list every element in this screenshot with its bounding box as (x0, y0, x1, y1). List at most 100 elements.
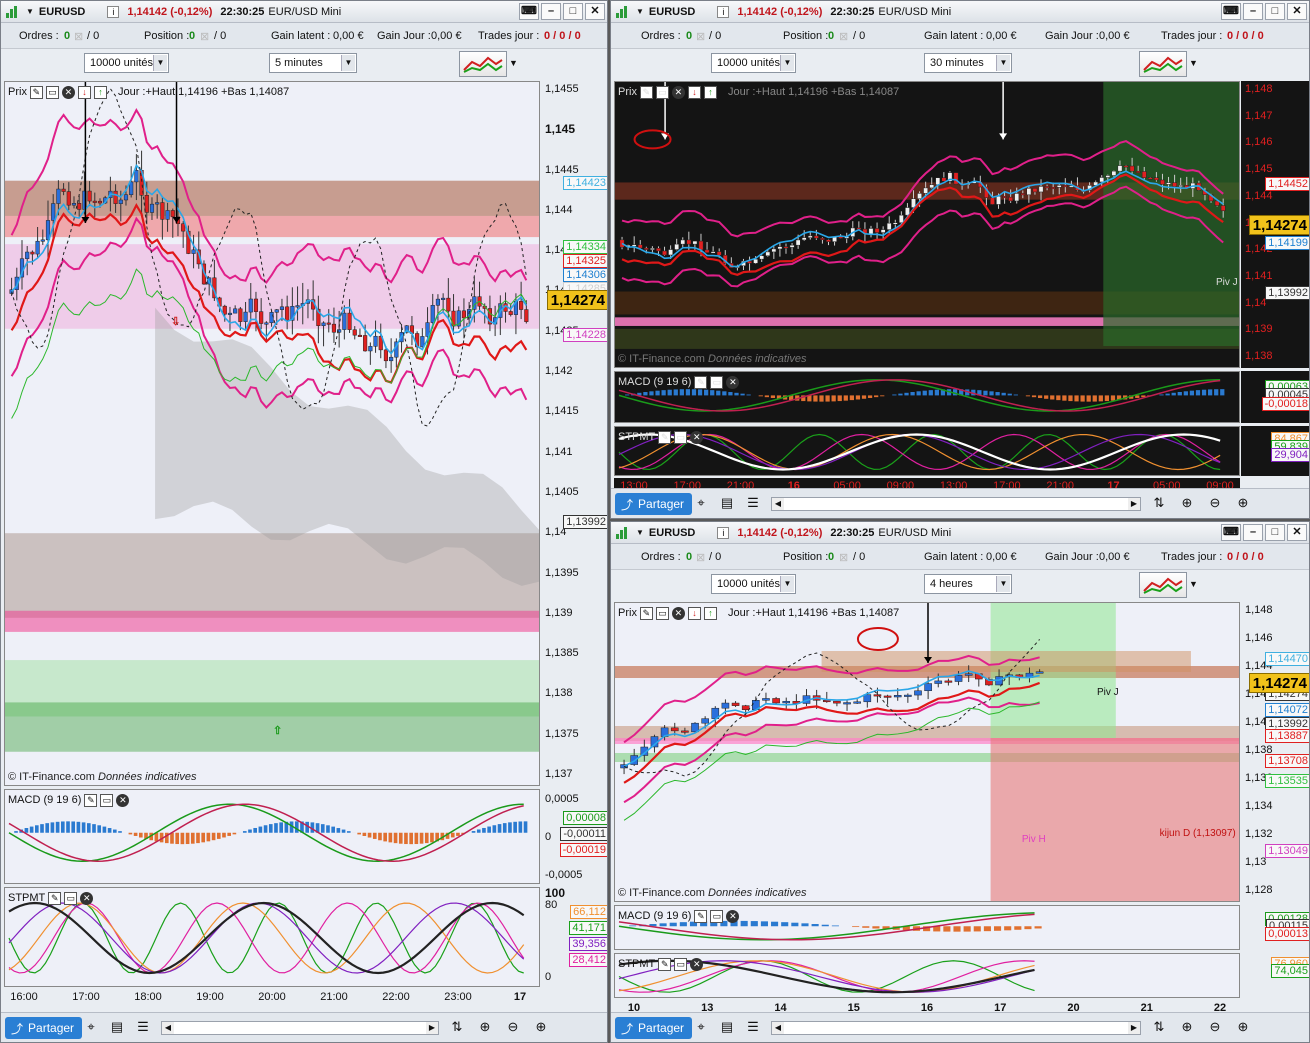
indicators-icon[interactable] (459, 51, 507, 77)
keyboard-icon[interactable]: ⌨ (519, 3, 539, 20)
maximize-icon[interactable]: □ (1265, 3, 1285, 20)
window-icon[interactable]: ▭ (674, 957, 688, 971)
zoom-in-icon[interactable]: ⊕ (1235, 495, 1251, 511)
timeframe-select[interactable]: 5 minutes ▼ (269, 53, 357, 73)
zoom-out-icon[interactable]: ⊖ (1207, 495, 1223, 511)
orders-cancel-icon[interactable]: ⊠ (696, 30, 705, 43)
indicators-dropdown-icon[interactable]: ▼ (1189, 579, 1198, 589)
timeframe-select[interactable]: 4 heures ▼ (924, 574, 1012, 594)
symbol-dropdown-icon[interactable]: ▼ (26, 7, 34, 16)
crosshair-icon[interactable]: ⌖ (83, 1019, 99, 1035)
quantity-select[interactable]: 10000 unités ▼ (711, 53, 796, 73)
close-icon[interactable]: ✕ (1287, 524, 1307, 541)
symbol-dropdown-icon[interactable]: ▼ (636, 528, 644, 537)
price-axis[interactable]: 1,14551,1451,14451,1441,14351,1431,14251… (541, 81, 607, 786)
timeframe-select[interactable]: 30 minutes ▼ (924, 53, 1012, 73)
macd-panel[interactable]: MACD (9 19 6) ✎ ▭ ✕ (4, 789, 540, 884)
time-scrollbar[interactable]: ◀ ▶ (771, 1021, 1141, 1035)
maximize-icon[interactable]: □ (1265, 524, 1285, 541)
orders-cancel-icon[interactable]: ⊠ (74, 30, 83, 43)
price-chart[interactable]: Prix ✎ ▭ ✕ ↓ ↑ Jour :+Haut 1,14196 +Bas 1,1408… (614, 602, 1240, 902)
stpmt-panel[interactable]: STPMT ✎ ▭ ✕ (614, 953, 1240, 998)
close-icon[interactable]: ✕ (1287, 3, 1307, 20)
window-icon[interactable]: ▭ (655, 606, 669, 620)
price-chart[interactable]: Prix ✎ ▭ ✕ ↓ ↑ Jour :+Haut 1,14196 +Bas 1,1408… (614, 81, 1240, 368)
time-scrollbar[interactable]: ◀ ▶ (771, 497, 1141, 511)
close-panel-icon[interactable]: ✕ (726, 375, 740, 389)
close-panel-icon[interactable]: ✕ (690, 957, 704, 971)
indicators-list-icon[interactable]: ☰ (135, 1019, 151, 1035)
crosshair-icon[interactable]: ⊕ (1179, 1019, 1195, 1035)
chart-type-icon[interactable]: ⇅ (1151, 495, 1167, 511)
indicators-icon[interactable] (1139, 51, 1187, 77)
zoom-out-icon[interactable]: ⊖ (505, 1019, 521, 1035)
quantity-select[interactable]: 10000 unités ▼ (84, 53, 169, 73)
arrow-up-icon[interactable]: ↑ (93, 85, 107, 99)
wrench-icon[interactable]: ✎ (658, 430, 672, 444)
print-icon[interactable]: ▤ (109, 1019, 125, 1035)
crosshair-icon[interactable]: ⊕ (1179, 495, 1195, 511)
scroll-left-icon[interactable]: ◀ (162, 1022, 174, 1034)
indicators-icon[interactable] (1139, 572, 1187, 598)
close-icon[interactable]: ✕ (585, 3, 605, 20)
crosshair-icon[interactable]: ⌖ (693, 1019, 709, 1035)
chart-type-icon[interactable]: ⇅ (1151, 1019, 1167, 1035)
info-icon[interactable]: i (717, 526, 730, 539)
info-icon[interactable]: i (107, 5, 120, 18)
wrench-icon[interactable]: ✎ (694, 375, 708, 389)
macd-panel[interactable]: MACD (9 19 6) ✎ ▭ ✕ (614, 371, 1240, 423)
window-icon[interactable]: ▭ (710, 375, 724, 389)
scroll-left-icon[interactable]: ◀ (772, 1022, 784, 1034)
position-close-icon[interactable]: ⊠ (200, 30, 209, 43)
close-panel-icon[interactable]: ✕ (671, 85, 685, 99)
zoom-in-icon[interactable]: ⊕ (1235, 1019, 1251, 1035)
keyboard-icon[interactable]: ⌨ (1221, 3, 1241, 20)
zoom-in-icon[interactable]: ⊕ (533, 1019, 549, 1035)
minimize-icon[interactable]: – (1243, 3, 1263, 20)
wrench-icon[interactable]: ✎ (48, 891, 62, 905)
price-chart[interactable]: Prix ✎ ▭ ✕ ↓ ↑ Jour :+Haut 1,14196 +Bas 1,1408… (4, 81, 540, 786)
indicators-list-icon[interactable]: ☰ (745, 495, 761, 511)
orders-cancel-icon[interactable]: ⊠ (696, 551, 705, 564)
arrow-up-icon[interactable]: ↑ (703, 85, 717, 99)
arrow-down-icon[interactable]: ↓ (687, 606, 701, 620)
time-axis[interactable]: 16:00 17:00 18:00 19:00 20:00 21:00 22:00 23:00… (4, 989, 540, 1005)
window-title-bar[interactable]: ▼ EURUSD i 1,14142 (-0,12%) 22:30:25 EUR/USD … (1, 1, 607, 23)
scroll-right-icon[interactable]: ▶ (1128, 498, 1140, 510)
macd-panel[interactable]: MACD (9 19 6) ✎ ▭ ✕ (614, 905, 1240, 950)
wrench-icon[interactable]: ✎ (694, 909, 708, 923)
print-icon[interactable]: ▤ (719, 1019, 735, 1035)
share-button[interactable]: ⤴ Partager (615, 1017, 693, 1039)
window-icon[interactable]: ▭ (100, 793, 114, 807)
share-button[interactable]: ⤴ Partager (5, 1017, 83, 1039)
minimize-icon[interactable]: – (1243, 524, 1263, 541)
price-axis[interactable]: 1,148 1,146 1,144 1,142 1,14 1,138 1,136 1,134 1… (1241, 602, 1309, 902)
window-icon[interactable]: ▭ (64, 891, 78, 905)
close-panel-icon[interactable]: ✕ (116, 793, 130, 807)
price-axis[interactable]: 1,1481,1471,1461,1451,1441,1431,1421,141… (1241, 81, 1309, 368)
time-scrollbar[interactable]: ◀ ▶ (161, 1021, 439, 1035)
scroll-right-icon[interactable]: ▶ (1128, 1022, 1140, 1034)
crosshair-icon[interactable]: ⌖ (693, 495, 709, 511)
zoom-out-icon[interactable]: ⊖ (1207, 1019, 1223, 1035)
position-close-icon[interactable]: ⊠ (839, 30, 848, 43)
wrench-icon[interactable]: ✎ (29, 85, 43, 99)
print-icon[interactable]: ▤ (719, 495, 735, 511)
close-panel-icon[interactable]: ✕ (80, 891, 94, 905)
stpmt-panel[interactable]: STPMT ✎ ▭ ✕ (4, 887, 540, 987)
quantity-select[interactable]: 10000 unités ▼ (711, 574, 796, 594)
position-close-icon[interactable]: ⊠ (839, 551, 848, 564)
window-title-bar[interactable]: ▼ EURUSD i 1,14142 (-0,12%) 22:30:25 EUR/USD … (611, 522, 1309, 544)
arrow-down-icon[interactable]: ↓ (687, 85, 701, 99)
indicators-dropdown-icon[interactable]: ▼ (509, 58, 518, 68)
scroll-right-icon[interactable]: ▶ (426, 1022, 438, 1034)
window-title-bar[interactable]: ▼ EURUSD i 1,14142 (-0,12%) 22:30:25 EUR/USD … (611, 1, 1309, 23)
wrench-icon[interactable]: ✎ (639, 606, 653, 620)
wrench-icon[interactable]: ✎ (84, 793, 98, 807)
info-icon[interactable]: i (717, 5, 730, 18)
crosshair-icon[interactable]: ⊕ (477, 1019, 493, 1035)
window-icon[interactable]: ▭ (45, 85, 59, 99)
chart-type-icon[interactable]: ⇅ (449, 1019, 465, 1035)
maximize-icon[interactable]: □ (563, 3, 583, 20)
window-icon[interactable]: ▭ (674, 430, 688, 444)
